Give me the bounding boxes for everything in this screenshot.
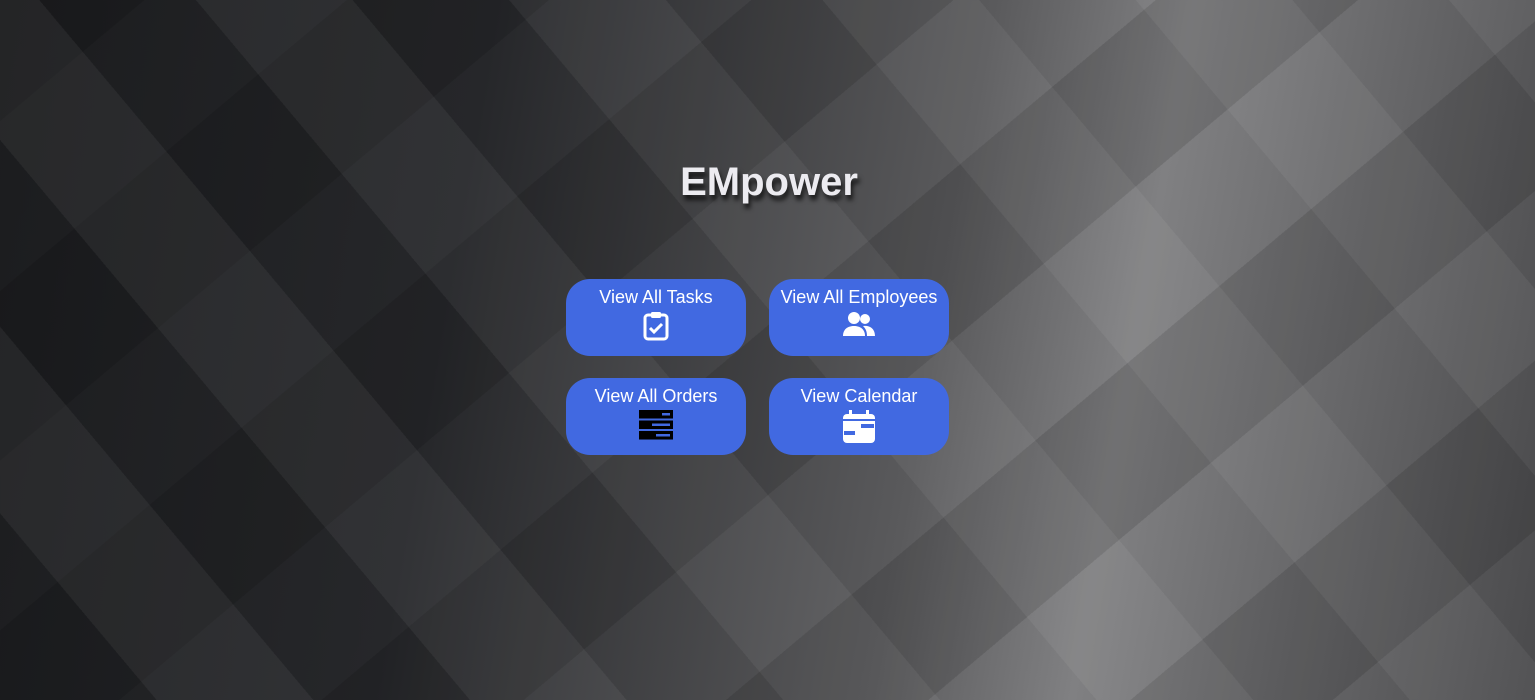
- clipboard-check-icon: [643, 312, 669, 341]
- calendar-icon: [843, 410, 875, 443]
- view-all-orders-button[interactable]: View All Orders: [566, 378, 746, 455]
- button-label: View Calendar: [800, 386, 918, 406]
- page-title: EMpower: [680, 160, 858, 204]
- view-all-employees-button[interactable]: View All Employees: [769, 279, 949, 356]
- button-label: View All Employees: [780, 287, 938, 307]
- view-calendar-button[interactable]: View Calendar: [769, 378, 949, 455]
- server-icon: [639, 410, 673, 440]
- users-icon: [843, 312, 875, 336]
- view-all-tasks-button[interactable]: View All Tasks: [566, 279, 746, 356]
- button-label: View All Orders: [594, 386, 718, 406]
- button-label: View All Tasks: [599, 287, 713, 307]
